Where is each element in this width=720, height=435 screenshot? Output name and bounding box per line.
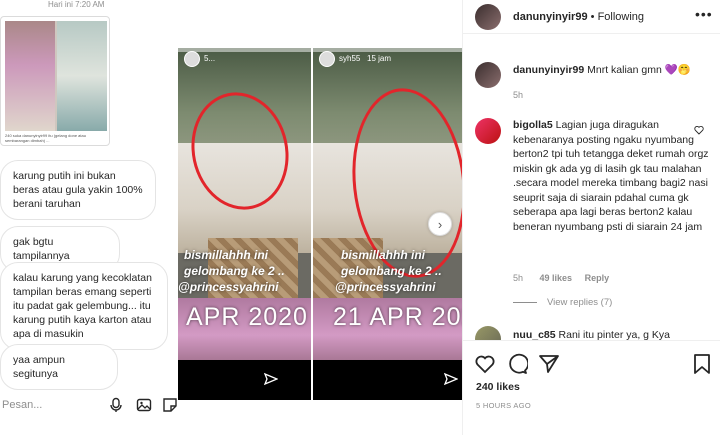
avatar[interactable]: [475, 62, 501, 88]
chat-timestamp: Hari ini 7:20 AM: [48, 0, 105, 9]
shared-post-image: [5, 21, 107, 131]
story-footer: [313, 360, 462, 400]
share-icon[interactable]: [538, 353, 560, 375]
sticker-icon[interactable]: [162, 397, 178, 413]
comment-meta: 5h 49 likes Reply: [513, 273, 609, 283]
comment-time: 5h: [513, 273, 524, 283]
story-frame-right[interactable]: syh55 15 jam bismillahhh ini gelombang k…: [313, 48, 462, 360]
comment-icon[interactable]: [506, 353, 528, 375]
screenshot-root: Hari ini 7:20 AM 240 suka danunyinyir99 …: [0, 0, 720, 435]
comment-likes[interactable]: 49 likes: [540, 273, 573, 283]
mic-icon[interactable]: [108, 397, 124, 413]
story-caption: @princessyahrini: [335, 280, 436, 294]
story-frame-left[interactable]: 5... bismillahhh ini gelombang ke 2 .. @…: [178, 48, 311, 360]
like-icon[interactable]: [474, 353, 496, 375]
chat-message: karung putih ini bukan beras atau gula y…: [0, 160, 156, 220]
caption-text: Mnrt kalian gmn 💜🤭: [587, 64, 691, 76]
separator-dot: •: [590, 11, 595, 23]
view-replies-label: View replies (7): [547, 297, 613, 308]
dm-chat-panel: Hari ini 7:20 AM 240 suka danunyinyir99 …: [0, 0, 178, 435]
post-caption: danunyinyir99 Mnrt kalian gmn 💜🤭: [513, 63, 713, 78]
more-options-icon[interactable]: •••: [695, 6, 713, 22]
caption-time: 5h: [513, 90, 524, 100]
view-replies-button[interactable]: View replies (7): [513, 297, 612, 308]
comment-text: Lagian juga diragukan kebenaranya postin…: [513, 119, 709, 233]
post-panel: danunyinyir99 • Following ••• danunyinyi…: [462, 0, 720, 435]
post-header: danunyinyir99 • Following •••: [463, 0, 720, 34]
chat-message: kalau karung yang kecoklatan tampilan be…: [0, 262, 168, 350]
story-caption: @princessyahrini: [178, 280, 279, 294]
story-caption: bismillahhh ini: [184, 248, 269, 262]
post-actions: 240 likes 5 HOURS AGO: [463, 340, 720, 435]
shared-post-card[interactable]: 240 suka danunyinyir99 itu (gelang done …: [0, 16, 110, 146]
story-username: syh55: [339, 54, 361, 63]
story-viewer: 5... bismillahhh ini gelombang ke 2 .. @…: [178, 0, 462, 435]
comment-like-icon[interactable]: [694, 125, 704, 135]
message-input[interactable]: Pesan...: [2, 399, 42, 411]
save-icon[interactable]: [691, 353, 713, 375]
story-caption: gelombang ke 2 ..: [341, 264, 442, 278]
story-date: APR 2020: [186, 303, 308, 331]
comment-item: bigolla5 Lagian juga diragukan kebenaran…: [513, 118, 713, 234]
next-arrow-icon[interactable]: ›: [428, 212, 452, 236]
caption-username[interactable]: danunyinyir99: [513, 64, 584, 76]
story-caption: gelombang ke 2 ..: [184, 264, 285, 278]
following-button[interactable]: Following: [598, 11, 644, 23]
story-date: 21 APR 2020: [333, 303, 462, 331]
send-icon[interactable]: [444, 372, 458, 386]
message-composer[interactable]: Pesan...: [0, 390, 178, 420]
like-count[interactable]: 240 likes: [476, 381, 520, 393]
post-time: 5 HOURS AGO: [476, 401, 531, 410]
story-username: 5...: [204, 54, 216, 63]
chat-message: yaa ampun segitunya: [0, 344, 118, 390]
story-footer: [178, 360, 311, 400]
avatar: [319, 51, 335, 67]
image-icon[interactable]: [136, 397, 152, 413]
shared-post-caption: 240 suka danunyinyir99 itu (gelang done …: [5, 133, 86, 143]
story-caption: bismillahhh ini: [341, 248, 426, 262]
reply-button[interactable]: Reply: [585, 273, 610, 283]
avatar[interactable]: [475, 4, 501, 30]
comment-username[interactable]: bigolla5: [513, 119, 553, 131]
avatar[interactable]: [475, 118, 501, 144]
post-username[interactable]: danunyinyir99: [513, 11, 588, 23]
story-time: 15 jam: [367, 54, 392, 63]
avatar: [184, 51, 200, 67]
send-icon[interactable]: [264, 372, 278, 386]
